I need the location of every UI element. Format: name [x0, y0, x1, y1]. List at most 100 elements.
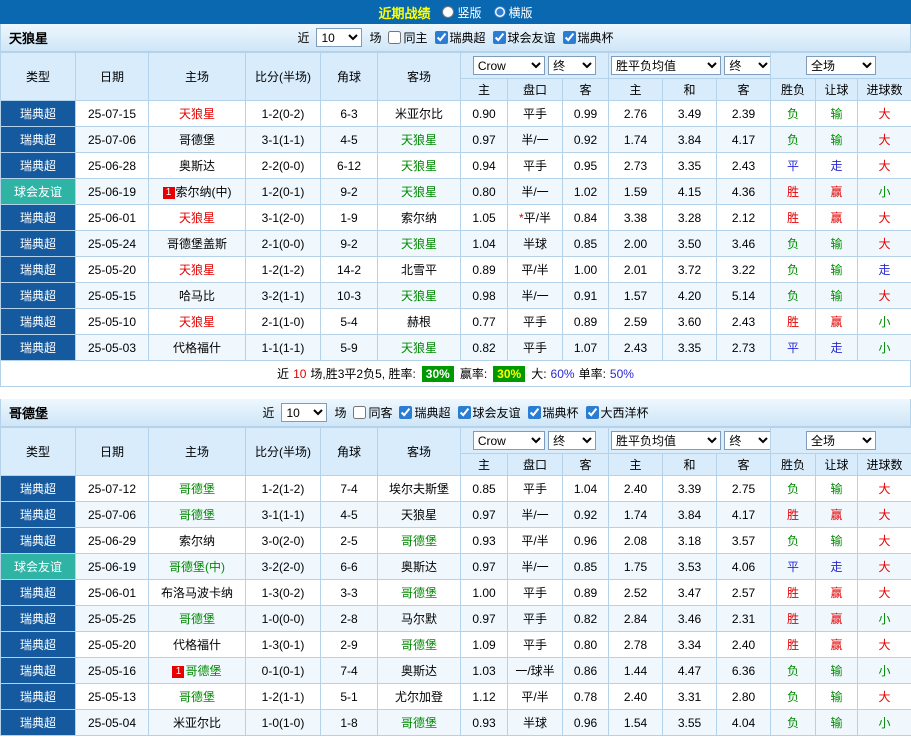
avg-stage-select[interactable]: 终: [724, 56, 770, 75]
away-team-cell[interactable]: 赫根: [377, 308, 461, 335]
away-team-cell[interactable]: 马尔默: [377, 605, 461, 632]
home-team-cell[interactable]: 哥德堡: [148, 126, 246, 153]
filter-option-1[interactable]: 瑞典超: [434, 29, 486, 46]
away-team-name: 哥德堡: [400, 716, 437, 730]
away-team-cell[interactable]: 天狼星: [377, 178, 461, 205]
filter-checkbox-3[interactable]: [527, 406, 541, 419]
filter-checkbox-3[interactable]: [562, 31, 576, 44]
away-team-cell[interactable]: 米亚尔比: [377, 100, 461, 127]
match-count-select[interactable]: 10: [316, 28, 363, 47]
layout-option-vertical[interactable]: 竖版: [442, 4, 482, 21]
odds-stage-select[interactable]: 终: [548, 56, 597, 75]
home-team-cell[interactable]: 哈马比: [148, 282, 246, 309]
subcol-handicap: 盘口: [507, 78, 563, 101]
result-handicap-cell: 输: [815, 709, 859, 736]
filter-option-3[interactable]: 瑞典杯: [527, 404, 579, 421]
avg-odds-select[interactable]: 胜平负均值: [611, 431, 721, 450]
away-team-cell[interactable]: 哥德堡: [377, 631, 461, 658]
handicap-text: 平手: [522, 107, 547, 121]
result-wdl-cell: 胜: [770, 204, 817, 231]
filter-checkbox-0[interactable]: [353, 406, 367, 419]
away-team-cell[interactable]: 天狼星: [377, 126, 461, 153]
layout-option-horizontal[interactable]: 横版: [493, 4, 533, 21]
team-section-away: 哥德堡 近 10 场同客 瑞典超 球会友谊 瑞典杯 大西洋杯 类型 日期 主场 比分(半场)…: [0, 399, 911, 736]
result-handicap-cell: 赢: [815, 605, 859, 632]
home-team-cell[interactable]: 哥德堡: [148, 683, 246, 710]
home-team-cell[interactable]: 布洛马波卡纳: [148, 579, 246, 606]
match-row: 瑞典超 25-05-20 天狼星 1-2(1-2) 14-2 北雪平 0.89 平/半 1.00…: [0, 256, 911, 283]
away-team-cell[interactable]: 天狼星: [377, 501, 461, 528]
away-team-name: 天狼星: [400, 237, 437, 251]
away-team-cell[interactable]: 哥德堡: [377, 709, 461, 736]
home-team-cell[interactable]: 1 索尔纳(中): [148, 178, 246, 205]
team-name: 天狼星: [9, 31, 49, 46]
result-wdl-cell: 负: [770, 657, 817, 684]
home-team-cell[interactable]: 索尔纳: [148, 527, 246, 554]
home-team-cell[interactable]: 哥德堡盖斯: [148, 230, 246, 257]
result-handicap-cell: 输: [815, 527, 859, 554]
home-team-cell[interactable]: 1 哥德堡: [148, 657, 246, 684]
odds-home-cell: 1.12: [460, 683, 508, 710]
home-team-cell[interactable]: 奥斯达: [148, 152, 246, 179]
away-team-cell[interactable]: 天狼星: [377, 282, 461, 309]
filter-checkbox-1[interactable]: [434, 31, 448, 44]
home-team-cell[interactable]: 天狼星: [148, 204, 246, 231]
away-team-cell[interactable]: 哥德堡: [377, 527, 461, 554]
away-team-cell[interactable]: 尤尔加登: [377, 683, 461, 710]
filter-checkbox-2[interactable]: [492, 31, 506, 44]
scope-select[interactable]: 全场: [806, 56, 877, 75]
away-team-cell[interactable]: 哥德堡: [377, 579, 461, 606]
away-team-cell[interactable]: 天狼星: [377, 152, 461, 179]
horizontal-layout-radio[interactable]: [493, 6, 506, 18]
bookmaker-select[interactable]: Crow: [472, 56, 545, 75]
filter-option-3[interactable]: 瑞典杯: [562, 29, 614, 46]
away-team-cell[interactable]: 索尔纳: [377, 204, 461, 231]
score-cell: 2-1(0-0): [245, 230, 321, 257]
filter-checkbox-1[interactable]: [399, 406, 413, 419]
away-team-cell[interactable]: 奥斯达: [377, 553, 461, 580]
vertical-layout-radio[interactable]: [442, 6, 455, 18]
away-team-cell[interactable]: 埃尔夫斯堡: [377, 475, 461, 502]
away-team-cell[interactable]: 北雪平: [377, 256, 461, 283]
col-header-home: 主场: [148, 427, 246, 476]
filter-checkbox-4[interactable]: [585, 406, 599, 419]
result-handicap-cell: 赢: [815, 631, 859, 658]
home-team-cell[interactable]: 天狼星: [148, 308, 246, 335]
filter-option-0[interactable]: 同客: [353, 404, 392, 421]
match-count-select[interactable]: 10: [281, 403, 328, 422]
home-team-cell[interactable]: 天狼星: [148, 100, 246, 127]
match-row: 瑞典超 25-05-13 哥德堡 1-2(1-1) 5-1 尤尔加登 1.12 平/半 0.78…: [0, 683, 911, 710]
table-header: 类型 日期 主场 比分(半场) 角球 客场 Crow 终 胜平负均值 终 全场: [0, 427, 911, 476]
home-team-cell[interactable]: 哥德堡(中): [148, 553, 246, 580]
odds-away-cell: 1.07: [562, 334, 609, 361]
result-wdl-cell: 负: [770, 230, 817, 257]
filter-checkbox-2[interactable]: [457, 406, 471, 419]
away-team-cell[interactable]: 天狼星: [377, 230, 461, 257]
home-team-cell[interactable]: 天狼星: [148, 256, 246, 283]
home-team-cell[interactable]: 哥德堡: [148, 501, 246, 528]
avg-odds-select[interactable]: 胜平负均值: [611, 56, 721, 75]
avg-away-cell: 2.40: [715, 631, 772, 658]
filter-option-0[interactable]: 同主: [388, 29, 428, 46]
avg-draw-cell: 3.28: [662, 204, 717, 231]
home-team-cell[interactable]: 哥德堡: [148, 475, 246, 502]
filter-option-2[interactable]: 球会友谊: [457, 404, 521, 421]
avg-home-cell: 2.59: [608, 308, 663, 335]
scope-select[interactable]: 全场: [806, 431, 877, 450]
avg-stage-select[interactable]: 终: [724, 431, 770, 450]
bookmaker-select[interactable]: Crow: [472, 431, 545, 450]
filter-option-2[interactable]: 球会友谊: [492, 29, 556, 46]
home-team-cell[interactable]: 哥德堡: [148, 605, 246, 632]
filter-option-4[interactable]: 大西洋杯: [585, 404, 649, 421]
date-cell: 25-05-20: [75, 631, 149, 658]
avg-home-cell: 1.44: [608, 657, 663, 684]
away-team-cell[interactable]: 天狼星: [377, 334, 461, 361]
home-team-cell[interactable]: 代格福什: [148, 631, 246, 658]
filter-checkbox-0[interactable]: [388, 31, 402, 44]
filter-option-1[interactable]: 瑞典超: [399, 404, 451, 421]
away-team-name: 天狼星: [400, 341, 437, 355]
odds-stage-select[interactable]: 终: [548, 431, 597, 450]
away-team-cell[interactable]: 奥斯达: [377, 657, 461, 684]
home-team-cell[interactable]: 代格福什: [148, 334, 246, 361]
home-team-cell[interactable]: 米亚尔比: [148, 709, 246, 736]
